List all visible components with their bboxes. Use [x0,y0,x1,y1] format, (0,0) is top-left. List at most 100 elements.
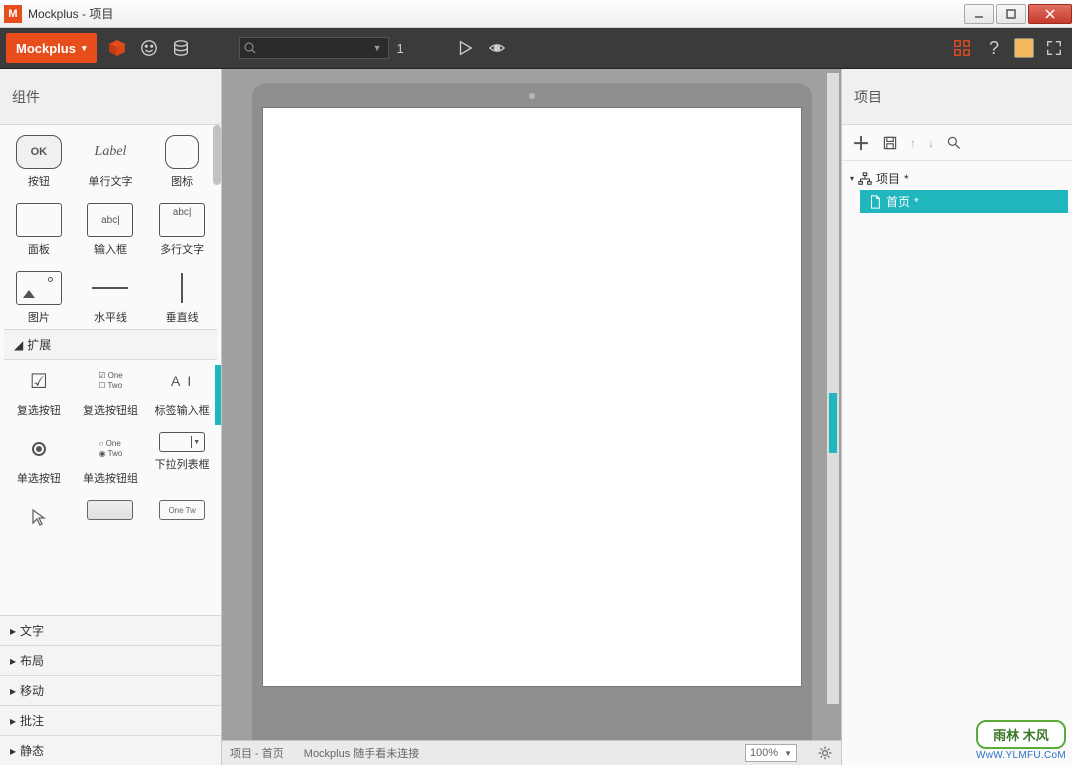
components-panel: 组件 OK 按钮 Label 单行文字 图标 [0,69,222,765]
cube-icon[interactable] [105,36,129,60]
add-icon[interactable]: ＋ [852,130,870,156]
component-dropdown[interactable]: ▼ 下拉列表框 [147,428,217,490]
smiley-icon[interactable] [137,36,161,60]
caret-right-icon: ▸ [10,684,16,698]
radio-group-icon: ○ One◉ Two [87,432,133,466]
component-checkbox-group[interactable]: ☑ One☐ Two 复选按钮组 [76,360,146,422]
section-static[interactable]: ▸静态 [0,735,221,765]
input-icon: abc| [87,203,133,237]
section-annotation[interactable]: ▸批注 [0,705,221,735]
watermark-url: WwW.YLMFU.CoM [976,750,1066,761]
section-text[interactable]: ▸文字 [0,615,221,645]
scrollbar-thumb[interactable] [829,393,837,453]
component-button[interactable]: OK 按钮 [4,131,74,193]
collapsed-sections: ▸文字 ▸布局 ▸移动 ▸批注 ▸静态 [0,615,221,765]
caret-down-icon: ◢ [14,338,23,352]
save-icon[interactable] [882,135,898,151]
tree-root-label: 项目 [876,170,900,187]
component-vline[interactable]: 垂直线 [147,267,217,329]
label-icon: Label [87,135,133,169]
component-peek2[interactable] [76,496,146,538]
section-extend[interactable]: ◢扩展 [4,329,217,360]
component-radio-group[interactable]: ○ One◉ Two 单选按钮组 [76,428,146,490]
icon-icon [165,135,199,169]
search-icon[interactable] [946,135,962,151]
textarea-icon: abc| [159,203,205,237]
canvas-area: 项目 - 首页 Mockplus 随手看未连接 100% ▼ [222,69,842,765]
panel-icon [16,203,62,237]
arrow-up-icon[interactable]: ↑ [910,136,916,150]
chevron-down-icon: ▼ [784,749,792,758]
caret-right-icon: ▸ [10,624,16,638]
grid-icon[interactable] [950,36,974,60]
app-icon: M [4,5,22,23]
status-path: 项目 - 首页 [230,745,284,761]
checkbox-icon: ☑ [16,364,62,398]
checkbox-group-icon: ☑ One☐ Two [87,364,133,398]
page-icon [868,195,882,209]
avatar-icon[interactable] [1014,38,1034,58]
watermark: 雨林 木风 WwW.YLMFU.CoM [976,720,1066,761]
watermark-text: 雨林 木风 [976,720,1066,749]
close-button[interactable] [1028,4,1072,24]
canvas-screen[interactable] [262,107,802,687]
component-label-input[interactable]: A I 标签输入框 [147,360,217,422]
gear-icon[interactable] [817,745,833,761]
image-icon [16,271,62,305]
caret-down-icon: ▾ [850,174,854,183]
tree-root[interactable]: ▾ 项目 * [846,167,1068,190]
window-title: Mockplus - 项目 [28,5,962,22]
peek-icon: One Tw [159,500,205,520]
sitemap-icon [858,172,872,186]
window-titlebar: M Mockplus - 项目 [0,0,1072,28]
toolbar-search[interactable]: ▼ [239,37,389,59]
zoom-select[interactable]: 100% ▼ [745,744,797,762]
button-icon: OK [16,135,62,169]
scrollbar-thumb[interactable] [213,125,221,185]
component-input[interactable]: abc| 输入框 [76,199,146,261]
caret-right-icon: ▸ [10,714,16,728]
project-tree: ▾ 项目 * 首页* [842,161,1072,219]
component-cursor[interactable] [4,496,74,538]
component-peek3[interactable]: One Tw [147,496,217,538]
component-textarea[interactable]: abc| 多行文字 [147,199,217,261]
label-input-icon: A I [159,364,205,398]
status-message: Mockplus 随手看未连接 [304,745,420,761]
component-icon[interactable]: 图标 [147,131,217,193]
cursor-icon [16,500,62,534]
section-layout[interactable]: ▸布局 [0,645,221,675]
scrollbar-accent[interactable] [215,365,221,425]
tree-page-home[interactable]: 首页* [860,190,1068,213]
caret-right-icon: ▸ [10,654,16,668]
dropdown-icon: ▼ [159,432,205,452]
database-icon[interactable] [169,36,193,60]
project-panel-title: 项目 [842,69,1072,125]
component-image[interactable]: 图片 [4,267,74,329]
radio-icon [16,432,62,466]
component-panel[interactable]: 面板 [4,199,74,261]
component-label[interactable]: Label 单行文字 [76,131,146,193]
play-icon[interactable] [453,36,477,60]
component-checkbox[interactable]: ☑ 复选按钮 [4,360,74,422]
modified-mark: * [904,172,909,186]
minimize-button[interactable] [964,4,994,24]
device-frame [252,83,812,740]
canvas-scrollbar[interactable] [827,73,839,704]
chevron-down-icon: ▾ [82,43,87,54]
component-radio[interactable]: 单选按钮 [4,428,74,490]
main-toolbar: Mockplus ▾ ▼ 1 ? [0,28,1072,68]
hline-icon [87,271,133,305]
page-number[interactable]: 1 [397,41,417,56]
eye-icon[interactable] [485,36,509,60]
maximize-button[interactable] [996,4,1026,24]
component-hline[interactable]: 水平线 [76,267,146,329]
project-toolbar: ＋ ↑ ↓ [842,125,1072,161]
caret-right-icon: ▸ [10,744,16,758]
fullscreen-icon[interactable] [1042,36,1066,60]
status-bar: 项目 - 首页 Mockplus 随手看未连接 100% ▼ [222,740,841,765]
components-panel-title: 组件 [0,69,221,125]
brand-menu-button[interactable]: Mockplus ▾ [6,33,97,63]
arrow-down-icon[interactable]: ↓ [928,136,934,150]
help-icon[interactable]: ? [982,36,1006,60]
section-mobile[interactable]: ▸移动 [0,675,221,705]
